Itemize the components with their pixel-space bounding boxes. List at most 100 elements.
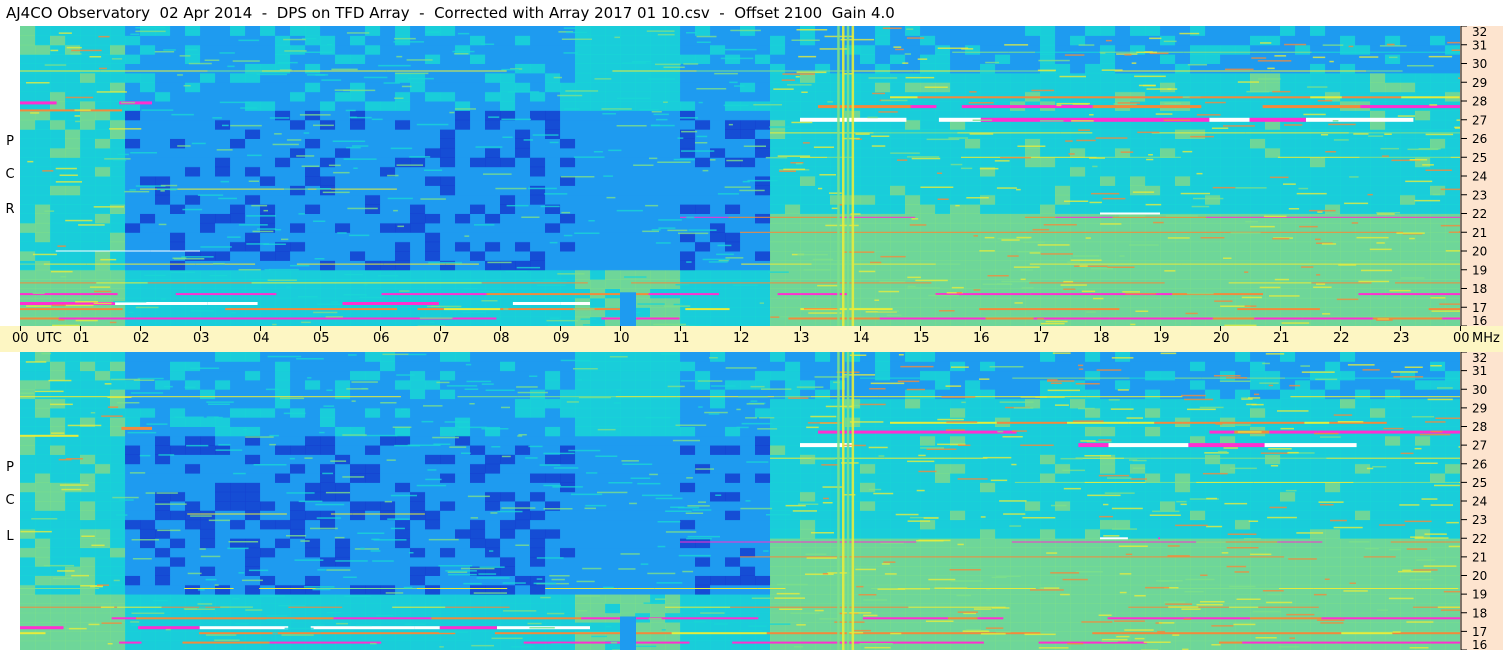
spectrogram-cell — [1085, 72, 1101, 83]
spectrogram-cell — [950, 297, 966, 308]
spectrogram-cell — [290, 519, 306, 530]
spectrogram-cell — [350, 417, 366, 427]
spectrogram-cell — [740, 147, 756, 158]
spectrogram-cell — [395, 482, 411, 493]
noise-dash — [1065, 140, 1073, 142]
noise-dash — [128, 311, 134, 314]
spectrogram-cell — [770, 82, 786, 93]
spectrogram-cell — [770, 260, 786, 271]
noise-dash — [231, 312, 237, 314]
spectrogram-cell — [620, 35, 636, 46]
spectrogram-cell — [395, 54, 411, 64]
spectrogram-cell — [1100, 176, 1116, 186]
spectrogram-cell — [1280, 157, 1296, 168]
spectrogram-cell — [365, 510, 381, 521]
spectrogram-cell — [1445, 26, 1460, 36]
spectrogram-cell — [1385, 72, 1401, 83]
noise-dash — [1038, 59, 1070, 62]
spectrogram-cell — [50, 129, 66, 139]
spectrogram-cell — [140, 35, 156, 46]
spectrogram-cell — [1160, 63, 1176, 74]
noise-dash — [278, 61, 298, 64]
spectrogram-cell — [1220, 307, 1236, 318]
spectrogram-cell — [335, 389, 351, 400]
spectrogram-cell — [50, 538, 66, 549]
spectrogram-cell — [215, 204, 231, 214]
spectrogram-cell — [275, 288, 291, 299]
interference-line — [50, 282, 97, 284]
spectrogram-cell — [995, 176, 1011, 186]
spectrogram-cell — [410, 82, 426, 93]
spectrogram-cell — [305, 361, 321, 372]
spectrogram-cell — [80, 370, 96, 381]
noise-dash — [1298, 187, 1309, 190]
spectrogram-cell — [410, 482, 426, 493]
spectrogram-cell — [1325, 204, 1341, 214]
spectrogram-cell — [485, 575, 501, 586]
spectrogram-cell — [1220, 194, 1236, 205]
spectrogram-cell — [1325, 269, 1341, 280]
spectrogram-cell — [245, 538, 261, 549]
spectrogram-lcp-svg — [20, 352, 1460, 650]
spectrogram-cell — [1160, 35, 1176, 46]
noise-dash — [1316, 274, 1321, 276]
noise-dash — [1284, 124, 1303, 126]
spectrogram-cell — [380, 204, 396, 214]
interference-line — [731, 282, 800, 284]
spectrogram-cell — [65, 538, 81, 549]
noise-dash — [770, 316, 780, 318]
spectrogram-cell — [380, 417, 396, 427]
spectrogram-cell — [425, 35, 441, 46]
noise-dash — [1072, 103, 1089, 105]
spectrogram-cell — [20, 361, 36, 372]
spectrogram-cell — [155, 510, 171, 521]
noise-dash — [871, 135, 890, 137]
spectrogram-cell — [305, 463, 321, 474]
noise-dash — [897, 159, 908, 161]
spectrogram-cell — [1175, 204, 1191, 214]
spectrogram-cell — [1160, 297, 1176, 308]
spectrogram-cell — [1220, 260, 1236, 271]
spectrogram-cell — [305, 556, 321, 567]
spectrogram-cell — [170, 454, 186, 465]
spectrogram-cell — [50, 72, 66, 83]
spectrogram-cell — [290, 232, 306, 243]
spectrogram-cell — [260, 241, 276, 252]
spectrogram-cell — [1385, 194, 1401, 205]
noise-dash — [96, 91, 127, 93]
spectrogram-cell — [410, 241, 426, 252]
spectrogram-cell — [215, 251, 231, 261]
noise-dash — [75, 120, 81, 123]
spectrogram-cell — [185, 370, 201, 381]
spectrogram-cell — [1055, 35, 1071, 46]
spectrogram-cell — [500, 176, 516, 186]
spectrogram-cell — [125, 166, 141, 177]
spectrogram-cell — [1190, 269, 1206, 280]
spectrogram-cell — [65, 622, 81, 632]
noise-dash — [939, 310, 955, 312]
spectrogram-cell — [425, 204, 441, 214]
spectrogram-cell — [470, 26, 486, 36]
spectrogram-cell — [260, 426, 276, 437]
noise-dash — [1313, 286, 1332, 288]
spectrogram-cell — [305, 176, 321, 186]
spectrogram-cell — [1430, 72, 1446, 83]
noise-dash — [252, 230, 274, 233]
noise-dash — [1281, 322, 1310, 324]
noise-dash — [1037, 244, 1070, 246]
spectrogram-cell — [1205, 63, 1221, 74]
spectrogram-cell — [65, 279, 81, 289]
spectrogram-cell — [1280, 44, 1296, 55]
spectrogram-cell — [800, 176, 816, 186]
spectrogram-cell — [425, 575, 441, 586]
spectrogram-cell — [335, 232, 351, 243]
spectrogram-cell — [665, 147, 681, 158]
spectrogram-cell — [1370, 82, 1386, 93]
spectrogram-cell — [965, 82, 981, 93]
spectrogram-cell — [425, 454, 441, 465]
spectrogram-cell — [170, 389, 186, 400]
spectrogram-cell — [365, 44, 381, 55]
spectrogram-cell — [50, 473, 66, 483]
spectrogram-cell — [875, 138, 891, 149]
spectrogram-cell — [1280, 269, 1296, 280]
